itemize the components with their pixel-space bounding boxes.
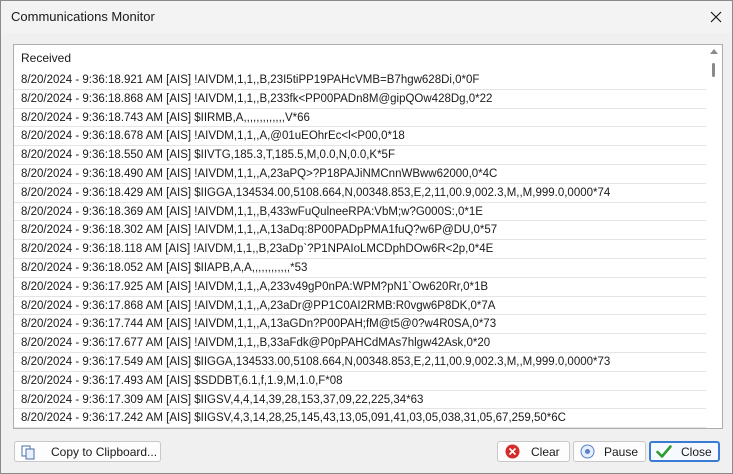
pause-icon: [580, 444, 595, 459]
window-title: Communications Monitor: [11, 9, 155, 24]
list-header-received: Received: [21, 51, 72, 65]
list-item[interactable]: 8/20/2024 - 9:36:18.868 AM [AIS] !AIVDM,…: [14, 90, 706, 109]
list-item[interactable]: 8/20/2024 - 9:36:18.678 AM [AIS] !AIVDM,…: [14, 127, 706, 147]
clear-icon: [505, 444, 520, 459]
scroll-up-arrow-icon[interactable]: [710, 49, 718, 54]
list-item[interactable]: 8/20/2024 - 9:36:18.369 AM [AIS] !AIVDM,…: [14, 203, 706, 222]
list-item[interactable]: 8/20/2024 - 9:36:17.868 AM [AIS] !AIVDM,…: [14, 297, 706, 316]
list-item[interactable]: 8/20/2024 - 9:36:17.549 AM [AIS] $IIGGA,…: [14, 353, 706, 372]
list-item[interactable]: 8/20/2024 - 9:36:18.743 AM [AIS] $IIRMB,…: [14, 109, 706, 128]
clear-button[interactable]: Clear: [497, 441, 570, 462]
received-messages-list[interactable]: Received 8/20/2024 - 9:36:18.921 AM [AIS…: [13, 44, 723, 429]
list-item[interactable]: 8/20/2024 - 9:36:18.550 AM [AIS] $IIVTG,…: [14, 146, 706, 165]
list-item[interactable]: 8/20/2024 - 9:36:18.921 AM [AIS] !AIVDM,…: [14, 71, 706, 90]
list-item[interactable]: 8/20/2024 - 9:36:18.429 AM [AIS] $IIGGA,…: [14, 184, 706, 203]
window-close-button[interactable]: [700, 1, 732, 33]
list-item[interactable]: 8/20/2024 - 9:36:17.744 AM [AIS] !AIVDM,…: [14, 315, 706, 335]
list-item[interactable]: 8/20/2024 - 9:36:17.309 AM [AIS] $IIGSV,…: [14, 391, 706, 410]
close-button-label: Close: [681, 445, 712, 459]
list-item[interactable]: 8/20/2024 - 9:36:18.302 AM [AIS] !AIVDM,…: [14, 221, 706, 241]
list-item[interactable]: 8/20/2024 - 9:36:17.677 AM [AIS] !AIVDM,…: [14, 334, 706, 353]
clipboard-icon: [21, 445, 35, 460]
list-item[interactable]: 8/20/2024 - 9:36:18.052 AM [AIS] $IIAPB,…: [14, 259, 706, 278]
list-item[interactable]: 8/20/2024 - 9:36:17.242 AM [AIS] $IIGSV,…: [14, 409, 706, 428]
list-item[interactable]: 8/20/2024 - 9:36:18.490 AM [AIS] !AIVDM,…: [14, 165, 706, 184]
pause-button[interactable]: Pause: [573, 441, 646, 462]
close-button[interactable]: Close: [649, 441, 720, 462]
title-bar: Communications Monitor: [1, 1, 732, 33]
vertical-scrollbar[interactable]: [706, 45, 722, 428]
list-item[interactable]: 8/20/2024 - 9:36:18.118 AM [AIS] !AIVDM,…: [14, 240, 706, 259]
copy-to-clipboard-button[interactable]: Copy to Clipboard...: [14, 441, 161, 462]
pause-button-label: Pause: [604, 445, 639, 459]
scroll-thumb[interactable]: [712, 63, 715, 77]
close-icon: [710, 11, 722, 23]
communications-monitor-window: Communications Monitor Received 8/20/202…: [0, 0, 733, 474]
message-rows: 8/20/2024 - 9:36:18.921 AM [AIS] !AIVDM,…: [14, 71, 706, 429]
list-item[interactable]: 8/20/2024 - 9:36:17.113 AM [AIS] !AIVDM,…: [14, 428, 706, 429]
clear-button-label: Clear: [531, 445, 560, 459]
list-item[interactable]: 8/20/2024 - 9:36:17.493 AM [AIS] $SDDBT,…: [14, 372, 706, 391]
copy-button-label: Copy to Clipboard...: [51, 445, 158, 459]
list-item[interactable]: 8/20/2024 - 9:36:17.925 AM [AIS] !AIVDM,…: [14, 278, 706, 297]
checkmark-icon: [656, 445, 672, 458]
